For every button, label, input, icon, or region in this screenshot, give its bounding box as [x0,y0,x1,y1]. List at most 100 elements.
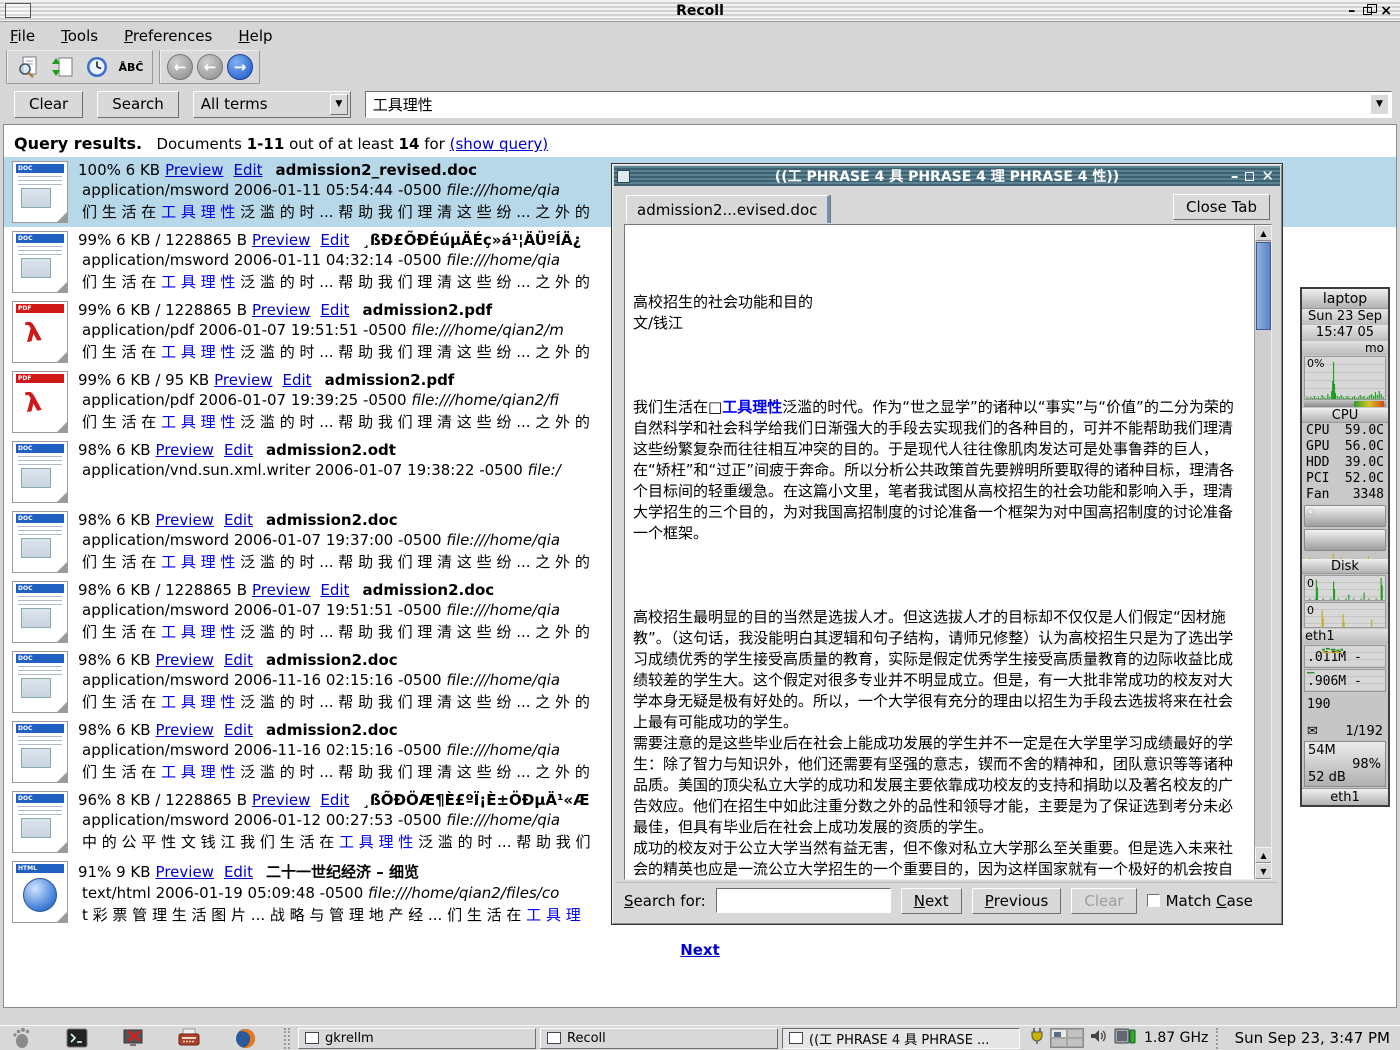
preview-link[interactable]: Preview [156,441,214,459]
preview-minimize-button[interactable]: – [1231,167,1239,185]
preview-link[interactable]: Preview [252,231,310,249]
history-clock-icon[interactable] [82,53,112,81]
cpufreq-battery-icon[interactable] [1114,1027,1136,1049]
scroll-up-icon[interactable]: ▲ [1255,225,1272,241]
restore-button[interactable] [1363,7,1372,15]
result-mime: application/vnd.sun.xml.writer [82,461,315,479]
menu-item-preferences[interactable]: Preferences [124,27,212,45]
doc-file-icon: DOC [12,161,68,223]
preview-link[interactable]: Preview [156,863,214,881]
result-mime: application/msword [82,531,234,549]
search-button[interactable]: Search [97,91,179,118]
page-fold [56,211,68,223]
disk-read-chart[interactable]: 0 [1304,575,1386,601]
close-tab-button[interactable]: Close Tab [1173,194,1270,220]
firefox-icon[interactable] [232,1027,258,1050]
scrollbar-thumb[interactable] [1256,242,1271,330]
preview-close-button[interactable]: ✕ [1261,167,1274,185]
preview-link[interactable]: Preview [156,511,214,529]
plug-icon[interactable] [1030,1027,1044,1049]
edit-link[interactable]: Edit [224,511,253,529]
gnome-menu-icon[interactable] [8,1027,34,1050]
xkill-icon[interactable] [120,1027,146,1050]
task-button[interactable]: gkrellm [298,1028,536,1049]
preview-link[interactable]: Preview [252,301,310,319]
edit-link[interactable]: Edit [320,301,349,319]
next-results-link[interactable]: Next [680,941,720,959]
terminal-icon[interactable] [64,1027,90,1050]
preview-link[interactable]: Preview [214,371,272,389]
close-button[interactable]: × [1380,4,1392,18]
scroll-up-icon-bottom[interactable]: ▲ [1255,847,1272,863]
doc-table-thumb [21,538,51,558]
snippet-pre: 们 生 活 在 [82,343,161,361]
gkrellm-time: 15:47 05 [1302,325,1388,341]
task-button[interactable]: Recoll [540,1028,778,1049]
doc-table-thumb [21,678,51,698]
snippet-highlight: 工 具 理 性 [339,833,413,851]
menu-item-tools[interactable]: Tools [61,27,98,45]
disk-write-chart[interactable]: 0 [1304,602,1386,628]
clock-handle[interactable] [1216,1028,1221,1049]
cpu-usage-chart[interactable]: 0% [1304,356,1386,400]
net-tx-reading[interactable]: .906M - 190 [1304,669,1386,692]
clear-button[interactable]: Clear [14,91,83,118]
file-icon-band: DOC [16,444,64,453]
result-filename: admission2.doc [266,721,398,739]
preview-text-area[interactable]: 高校招生的社会功能和目的 文/钱江 我们生活在□工具理性泛滥的时代。作为“世之显… [624,224,1272,880]
first-page-icon[interactable]: ← [167,54,193,80]
edit-link[interactable]: Edit [283,371,312,389]
result-rank-size: 98% 6 KB / 1228865 B [78,581,247,599]
highlighted-term: 工具理性 [722,398,782,416]
query-input[interactable]: 工具理性 ▼ [365,91,1392,118]
typewriter-icon[interactable] [176,1027,202,1050]
panel-handle[interactable] [284,1028,290,1049]
workspace-switcher[interactable] [1050,1028,1084,1048]
fan-meter-panel[interactable] [1304,505,1386,557]
edit-link[interactable]: Edit [320,231,349,249]
preview-link[interactable]: Preview [156,651,214,669]
snippet-pre: 们 生 活 在 [82,413,161,431]
net-rx-reading[interactable]: .011M - 477 [1304,645,1386,668]
preview-scrollbar[interactable]: ▲ ▲ ▼ [1254,225,1271,879]
find-input[interactable] [716,888,891,913]
preview-link[interactable]: Preview [252,791,310,809]
menu-item-help[interactable]: Help [238,27,272,45]
edit-link[interactable]: Edit [224,651,253,669]
preview-maximize-button[interactable] [1245,172,1254,181]
prev-page-icon[interactable]: ← [197,54,223,80]
scroll-down-icon[interactable]: ▼ [1255,863,1272,879]
task-button[interactable]: ((工 PHRASE 4 具 PHRASE ... [782,1028,1020,1049]
edit-link[interactable]: Edit [233,161,262,179]
preview-link[interactable]: Preview [252,581,310,599]
mail-monitor[interactable]: ✉ 1/192 [1302,723,1388,740]
preview-tab[interactable]: admission2...evised.doc [626,195,830,223]
speaker-icon[interactable] [1090,1028,1108,1048]
find-previous-button[interactable]: Previous [972,888,1062,914]
find-next-button[interactable]: Next [901,888,962,914]
preview-link[interactable]: Preview [156,721,214,739]
result-line1: 96% 8 KB / 1228865 BPreviewEdit¸ßÕÐÖÆ¶È£… [78,791,591,809]
sort-order-icon[interactable] [48,53,78,81]
result-mime: application/msword [82,811,234,829]
edit-link[interactable]: Edit [320,791,349,809]
menu-item-file[interactable]: File [10,27,35,45]
show-query-link[interactable]: (show query) [450,135,549,153]
next-page-icon[interactable]: → [227,54,253,80]
taskbar-clock[interactable]: Sun Sep 23, 3:47 PM [1235,1029,1390,1047]
gkrellm-hostname: laptop [1302,289,1388,309]
preview-link[interactable]: Preview [165,161,223,179]
edit-link[interactable]: Edit [224,863,253,881]
minimize-button[interactable]: – [1348,4,1355,18]
edit-link[interactable]: Edit [224,721,253,739]
history-dropdown-icon[interactable]: ▼ [1371,95,1388,114]
result-rank-size: 91% 9 KB [78,863,151,881]
page-fold [56,421,68,433]
edit-link[interactable]: Edit [320,581,349,599]
match-case-checkbox[interactable] [1147,894,1160,907]
wireless-monitor[interactable]: 54M 98% 52 dB [1304,741,1386,787]
term-explorer-icon[interactable]: ÅBĈ [116,53,146,81]
document-preview-icon[interactable] [14,53,44,81]
edit-link[interactable]: Edit [224,441,253,459]
search-mode-combo[interactable]: All terms ▼ [193,91,351,118]
